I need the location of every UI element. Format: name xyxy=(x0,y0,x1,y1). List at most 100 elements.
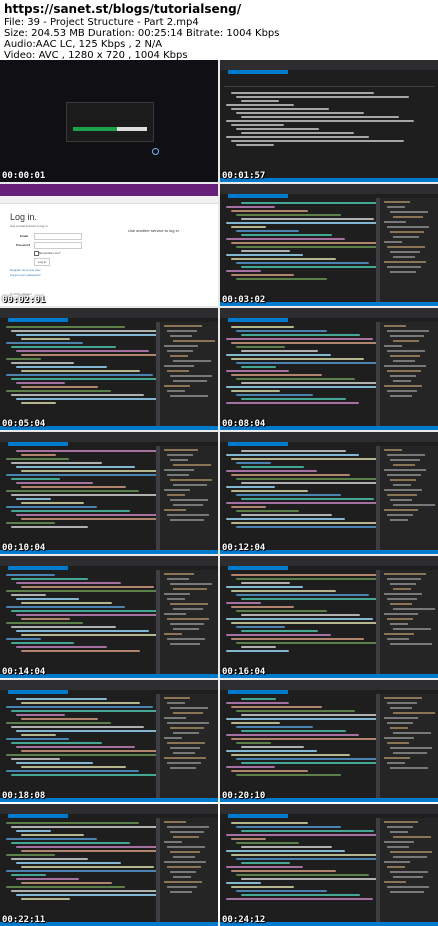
tree-item[interactable] xyxy=(387,246,425,248)
editor-tab[interactable] xyxy=(8,442,68,446)
tree-item[interactable] xyxy=(170,747,200,749)
solution-explorer[interactable] xyxy=(159,694,218,798)
tree-item[interactable] xyxy=(170,479,212,481)
video-thumbnail[interactable]: 00:05:04 xyxy=(0,308,218,430)
tree-item[interactable] xyxy=(164,593,190,595)
tree-item[interactable] xyxy=(170,643,200,645)
tree-item[interactable] xyxy=(173,360,211,362)
tree-item[interactable] xyxy=(390,231,424,233)
video-thumbnail[interactable]: 00:03:02 xyxy=(220,184,438,306)
tree-item[interactable] xyxy=(164,509,186,511)
tree-item[interactable] xyxy=(384,633,414,635)
tree-item[interactable] xyxy=(167,886,197,888)
video-thumbnail[interactable]: 00:14:04 xyxy=(0,556,218,678)
tree-item[interactable] xyxy=(387,226,429,228)
editor-tab[interactable] xyxy=(228,70,288,74)
tree-item[interactable] xyxy=(384,221,406,223)
tree-item[interactable] xyxy=(164,385,190,387)
tree-item[interactable] xyxy=(393,464,415,466)
tree-item[interactable] xyxy=(167,638,205,640)
video-thumbnail[interactable]: 00:00:01 xyxy=(0,60,218,182)
tree-item[interactable] xyxy=(173,856,195,858)
tree-item[interactable] xyxy=(390,355,420,357)
tree-item[interactable] xyxy=(173,876,191,878)
register-link[interactable]: Register as a new user xyxy=(10,268,41,272)
tree-item[interactable] xyxy=(387,514,413,516)
tree-item[interactable] xyxy=(390,499,412,501)
video-thumbnail[interactable]: 00:18:08 xyxy=(0,680,218,802)
tree-item[interactable] xyxy=(384,489,422,491)
tree-item[interactable] xyxy=(167,722,209,724)
tree-item[interactable] xyxy=(387,618,413,620)
code-editor[interactable] xyxy=(6,572,191,654)
tree-item[interactable] xyxy=(384,449,402,451)
tree-item[interactable] xyxy=(173,712,203,714)
tree-item[interactable] xyxy=(393,712,435,714)
tree-item[interactable] xyxy=(167,474,189,476)
tree-item[interactable] xyxy=(173,380,207,382)
tree-item[interactable] xyxy=(384,757,410,759)
password-field[interactable] xyxy=(34,242,82,249)
tree-item[interactable] xyxy=(170,891,192,893)
tree-item[interactable] xyxy=(384,509,418,511)
tree-item[interactable] xyxy=(390,767,428,769)
tree-item[interactable] xyxy=(173,588,207,590)
tree-item[interactable] xyxy=(384,365,426,367)
address-bar[interactable] xyxy=(0,196,218,204)
tree-item[interactable] xyxy=(170,459,188,461)
tree-item[interactable] xyxy=(393,752,427,754)
solution-explorer[interactable] xyxy=(379,694,438,798)
code-editor[interactable] xyxy=(226,820,411,902)
tree-item[interactable] xyxy=(387,350,425,352)
tree-item[interactable] xyxy=(387,638,409,640)
tree-item[interactable] xyxy=(384,737,414,739)
tree-item[interactable] xyxy=(164,573,194,575)
solution-explorer[interactable] xyxy=(159,570,218,674)
solution-explorer[interactable] xyxy=(159,322,218,426)
solution-explorer[interactable] xyxy=(379,818,438,922)
tree-item[interactable] xyxy=(390,871,428,873)
tree-item[interactable] xyxy=(164,717,186,719)
tree-item[interactable] xyxy=(387,826,413,828)
tree-item[interactable] xyxy=(170,727,204,729)
tree-item[interactable] xyxy=(170,851,200,853)
tree-item[interactable] xyxy=(164,757,206,759)
tree-item[interactable] xyxy=(393,856,427,858)
tree-item[interactable] xyxy=(167,370,189,372)
forgot-password-link[interactable]: Forgot your password? xyxy=(10,273,41,277)
tree-item[interactable] xyxy=(173,484,207,486)
tree-item[interactable] xyxy=(393,256,415,258)
tree-item[interactable] xyxy=(167,330,197,332)
tree-item[interactable] xyxy=(167,598,185,600)
tree-item[interactable] xyxy=(384,261,426,263)
tree-item[interactable] xyxy=(170,583,212,585)
tree-item[interactable] xyxy=(390,271,416,273)
tree-item[interactable] xyxy=(384,613,418,615)
tree-item[interactable] xyxy=(384,881,406,883)
code-editor[interactable] xyxy=(226,200,416,282)
tree-item[interactable] xyxy=(170,499,208,501)
tree-item[interactable] xyxy=(164,737,182,739)
tree-item[interactable] xyxy=(170,603,208,605)
tree-item[interactable] xyxy=(390,211,428,213)
tree-item[interactable] xyxy=(167,762,201,764)
tree-item[interactable] xyxy=(164,365,194,367)
code-editor[interactable] xyxy=(226,696,416,778)
tree-item[interactable] xyxy=(390,375,416,377)
tree-item[interactable] xyxy=(393,236,419,238)
tree-item[interactable] xyxy=(390,583,416,585)
solution-explorer[interactable] xyxy=(159,818,218,922)
tree-item[interactable] xyxy=(164,861,206,863)
tree-item[interactable] xyxy=(167,866,201,868)
tree-item[interactable] xyxy=(387,454,425,456)
tree-item[interactable] xyxy=(390,727,408,729)
tree-item[interactable] xyxy=(384,821,418,823)
editor-tab[interactable] xyxy=(8,318,68,322)
tree-item[interactable] xyxy=(170,355,188,357)
solution-explorer[interactable] xyxy=(379,198,438,302)
tree-item[interactable] xyxy=(173,752,195,754)
tree-item[interactable] xyxy=(164,469,194,471)
tree-item[interactable] xyxy=(387,370,421,372)
tree-item[interactable] xyxy=(393,216,423,218)
tree-item[interactable] xyxy=(164,821,186,823)
